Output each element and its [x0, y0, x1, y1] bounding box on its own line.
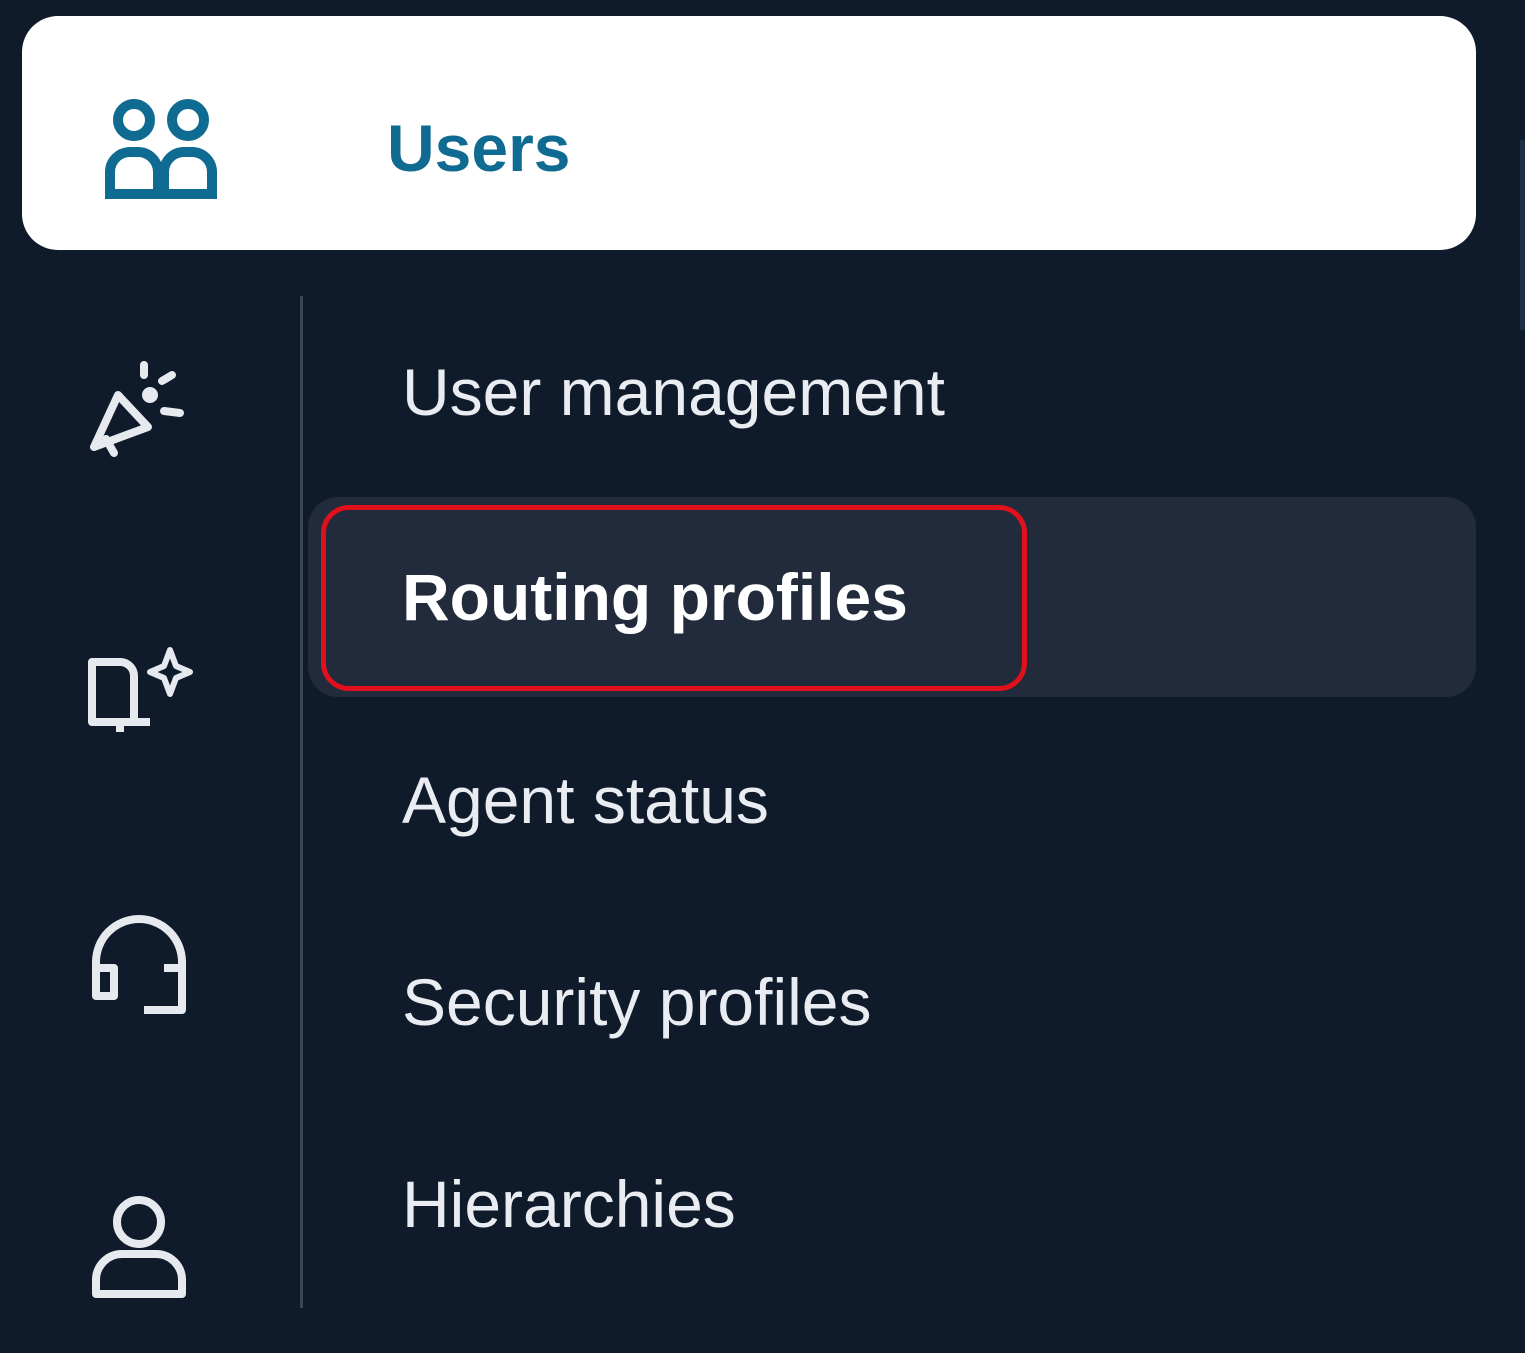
- knowledge-book-icon[interactable]: [84, 640, 194, 750]
- campaign-icon[interactable]: [84, 355, 194, 465]
- menu-item-label: Routing profiles: [402, 560, 908, 634]
- users-header-card[interactable]: Users: [22, 16, 1476, 250]
- page-title: Users: [387, 111, 571, 185]
- headset-icon[interactable]: [84, 910, 194, 1020]
- menu-item-user-management[interactable]: User management: [308, 292, 1476, 492]
- menu-item-label: Hierarchies: [402, 1167, 736, 1241]
- menu-item-label: User management: [402, 355, 945, 429]
- menu-item-label: Agent status: [402, 763, 769, 837]
- navigation-flyout: Users User management Routing profiles A…: [0, 0, 1525, 1353]
- users-group-icon: [105, 99, 217, 199]
- menu-item-label: Security profiles: [402, 965, 872, 1039]
- menu-item-routing-profiles[interactable]: Routing profiles: [308, 497, 1476, 697]
- menu-item-agent-status[interactable]: Agent status: [308, 700, 1476, 900]
- rail-divider: [300, 296, 303, 1308]
- page-edge-accent: [1520, 140, 1525, 330]
- user-icon[interactable]: [84, 1190, 194, 1300]
- menu-item-hierarchies[interactable]: Hierarchies: [308, 1104, 1476, 1304]
- menu-item-security-profiles[interactable]: Security profiles: [308, 902, 1476, 1102]
